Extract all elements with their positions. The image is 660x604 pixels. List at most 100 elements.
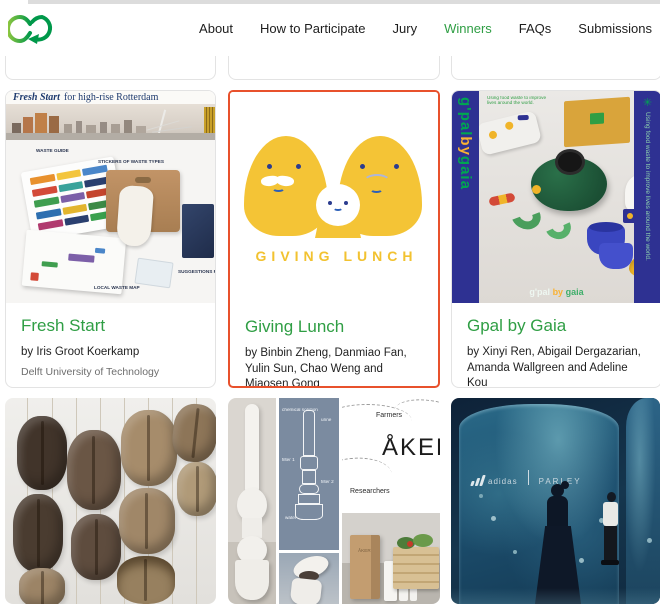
person2-head — [607, 492, 616, 502]
pod-shape — [170, 402, 216, 464]
building-shape — [86, 125, 96, 133]
previous-card-stub[interactable] — [5, 56, 216, 80]
visitor-torso — [547, 496, 568, 528]
eye-dot — [296, 164, 301, 169]
yellow-knob — [504, 121, 514, 131]
gpal-product-photo: Using food waste to improve lives around… — [479, 91, 634, 303]
eye-dot — [344, 201, 348, 205]
smile-curve — [370, 186, 383, 193]
building-shape — [12, 123, 21, 133]
site-header: About How to Participate Jury Winners FA… — [0, 0, 660, 56]
project-byline: by Binbin Zheng, Danmiao Fan, Yulin Sun,… — [245, 346, 423, 388]
card-giving-lunch-selected[interactable]: GIVING LUNCH Giving Lunch by Binbin Zhen… — [228, 90, 440, 388]
building-shape — [23, 117, 33, 133]
sticker-chip — [34, 197, 59, 208]
adidas-stripes-icon — [471, 475, 484, 486]
gold-tower — [204, 107, 215, 134]
floor-reflection — [451, 588, 660, 604]
light-dot — [479, 494, 483, 498]
project-title[interactable]: Giving Lunch — [245, 317, 423, 337]
sticker-chip — [36, 208, 61, 219]
building-shape — [49, 116, 59, 133]
aker-logo: ÅKER — [382, 434, 440, 462]
light-dot — [513, 550, 517, 554]
aker-system-diagram: Farmers Researchers ÅKER — [342, 398, 440, 510]
green-sticker — [590, 113, 604, 125]
column-base — [235, 560, 269, 600]
word-gpal: g'pal — [457, 97, 474, 136]
project-title[interactable]: Gpal by Gaia — [467, 316, 646, 336]
banner-title: Fresh Start — [13, 92, 60, 103]
building-shape — [136, 126, 146, 133]
sticker-chip — [58, 181, 84, 192]
pod-shape — [67, 430, 121, 510]
asterisk-icon: ✳ — [634, 96, 660, 109]
label-suggestions: SUGGESTIONS FOR — [178, 270, 215, 275]
nav-faqs[interactable]: FAQs — [519, 21, 552, 36]
joint-bottom — [290, 578, 323, 604]
waste-kit-photo: WASTE GUIDE STICKERS OF WASTE TYPES SUGG… — [6, 140, 215, 303]
previous-card-stub[interactable] — [228, 56, 440, 80]
sticker-chip — [60, 192, 86, 203]
project-byline: by Iris Groot Koerkamp — [21, 345, 200, 361]
kraft-bag: ÅKER — [350, 535, 380, 599]
eye-dot — [267, 164, 272, 169]
nav-submissions[interactable]: Submissions — [578, 21, 652, 36]
green-tube-arc — [507, 198, 545, 234]
nav-how-to-participate[interactable]: How to Participate — [260, 21, 366, 36]
building-shape — [100, 122, 107, 133]
ceramic-joint-photo — [279, 553, 339, 604]
card-text: Giving Lunch by Binbin Zheng, Danmiao Fa… — [230, 304, 438, 388]
previous-card-stub[interactable] — [451, 56, 660, 80]
rotterdam-skyline — [6, 104, 215, 140]
sticker-chip — [56, 169, 82, 180]
gpal-poster: g'palbygaia ✳ Using food waste to improv… — [452, 91, 660, 303]
column-neck — [245, 404, 259, 492]
card-text: Gpal by Gaia by Xinyi Ren, Abigail Derga… — [452, 303, 660, 388]
light-dot — [647, 538, 652, 543]
label-water: water — [285, 516, 296, 521]
card-adidas-parley[interactable]: adidas PARLEY — [451, 398, 660, 604]
card-felt-pods[interactable] — [5, 398, 216, 604]
yellow-button — [627, 213, 633, 219]
pod-shape — [17, 416, 67, 490]
local-waste-map-page — [22, 230, 127, 295]
pod-shape — [71, 514, 121, 580]
building-shape — [64, 124, 72, 133]
suggestion-card — [134, 258, 173, 289]
box-handle — [135, 177, 151, 183]
white-tray — [479, 110, 542, 156]
card-fresh-start[interactable]: Fresh Startfor high-rise Rotterdam — [5, 90, 216, 388]
light-dot — [579, 558, 584, 563]
circular-design-logo[interactable] — [8, 12, 54, 53]
sticker-chip — [82, 165, 107, 176]
sticker-chip — [64, 215, 90, 226]
project-byline: by Xinyi Ren, Abigail Dergazarian, Amand… — [467, 345, 646, 388]
vertical-wordmark: g'palbygaia — [457, 97, 474, 190]
yellow-button — [532, 185, 541, 194]
card-aker-collage[interactable]: chemical solution urine filter 1 filter … — [228, 398, 440, 604]
diagram-mid — [302, 470, 316, 484]
person2-shoes — [601, 560, 619, 565]
label-map: LOCAL WASTE MAP — [94, 286, 140, 291]
pod-shape — [19, 568, 65, 604]
light-dot — [491, 516, 496, 521]
label-chemical: chemical solution — [282, 408, 318, 413]
sticker-chip — [32, 185, 57, 196]
label-urine: urine — [321, 418, 331, 423]
poster-left-band: g'palbygaia — [452, 91, 479, 303]
nav-winners[interactable]: Winners — [444, 21, 492, 36]
fresh-start-image: Fresh Startfor high-rise Rotterdam — [6, 91, 215, 303]
card-gpal-by-gaia[interactable]: g'palbygaia ✳ Using food waste to improv… — [451, 90, 660, 388]
project-title[interactable]: Fresh Start — [21, 316, 200, 336]
word-by: by — [553, 287, 564, 297]
person2-shirt — [603, 502, 618, 526]
nav-jury[interactable]: Jury — [393, 21, 418, 36]
poster-right-band: ✳ Using food waste to improve lives arou… — [634, 91, 660, 303]
building-shape — [111, 124, 120, 133]
nav-about[interactable]: About — [199, 21, 233, 36]
label-filter1: filter 1 — [282, 458, 295, 463]
filter-diagram-panel: chemical solution urine filter 1 filter … — [279, 398, 339, 550]
word-gpal: g'pal — [529, 287, 550, 297]
label-farmers: Farmers — [376, 412, 402, 419]
